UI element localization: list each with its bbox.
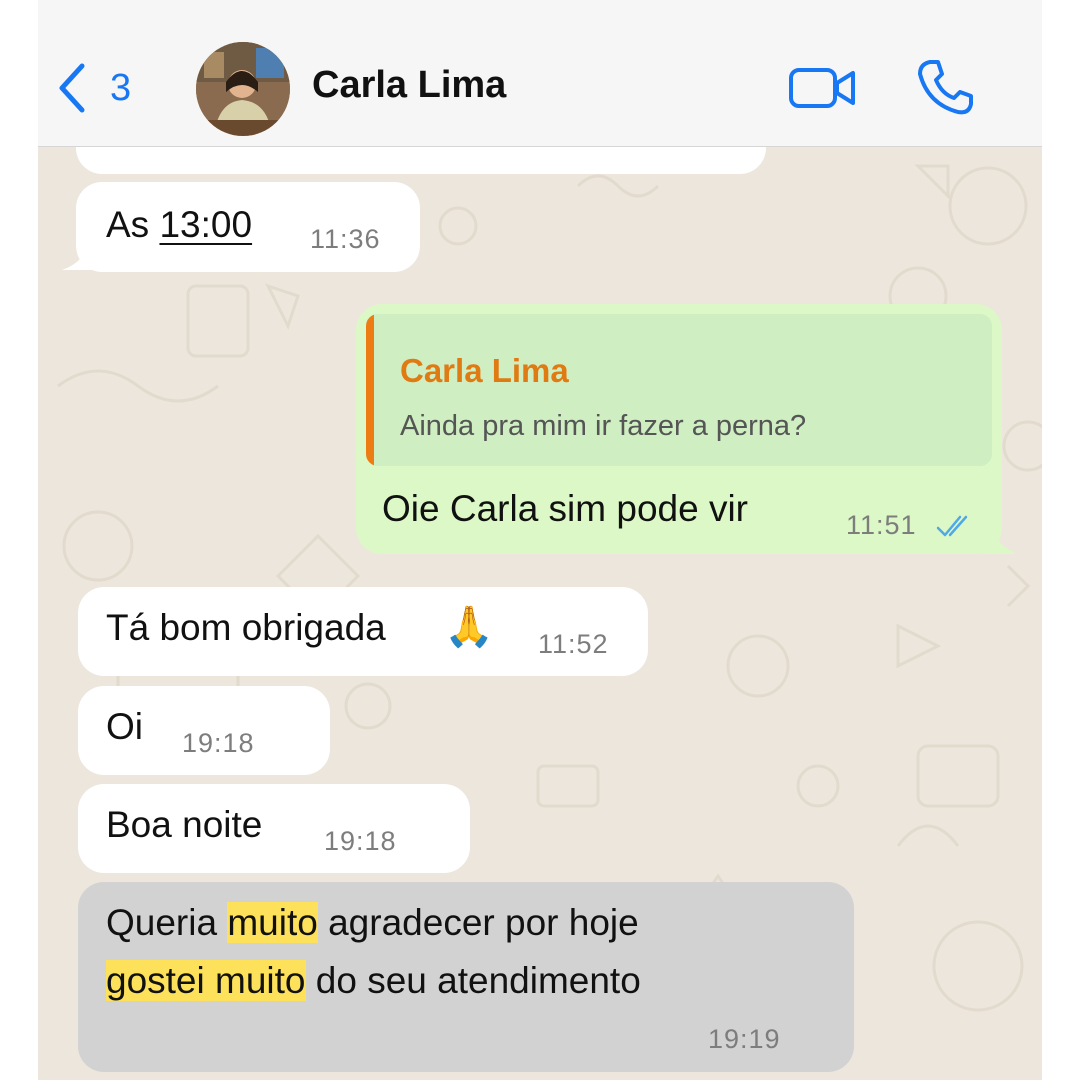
message-text: Boa noite [106, 804, 263, 845]
message-time: 19:19 [708, 1024, 781, 1054]
message-text: Oi [106, 706, 143, 747]
quoted-message[interactable]: Carla Lima Ainda pra mim ir fazer a pern… [366, 314, 992, 466]
praying-hands-emoji: 🙏 [444, 605, 494, 649]
message-bubble-outgoing[interactable]: Carla Lima Ainda pra mim ir fazer a pern… [356, 304, 1002, 554]
message-time: 19:18 [182, 728, 255, 758]
message-text: Oie Carla sim pode vir [382, 488, 749, 529]
message-time: 19:18 [324, 826, 397, 856]
message-text: Tá bom obrigada [106, 607, 386, 648]
video-camera-icon [789, 68, 855, 108]
text-segment: agradecer por hoje [317, 902, 639, 943]
message-bubble[interactable]: Boa noite 19:18 [78, 784, 470, 873]
message-time: 11:52 [538, 629, 609, 659]
video-call-button[interactable] [788, 64, 858, 112]
time-link[interactable]: 13:00 [159, 204, 252, 245]
chevron-left-icon [59, 63, 85, 113]
read-double-check-icon [936, 515, 968, 537]
message-text-line-1: Queria muito agradecer por hoje [106, 902, 639, 944]
quote-author: Carla Lima [400, 352, 569, 389]
voice-call-button[interactable] [916, 58, 974, 116]
message-time: 11:36 [310, 224, 381, 254]
message-time: 11:51 [846, 510, 917, 540]
quote-text: Ainda pra mim ir fazer a perna? [400, 410, 807, 442]
message-text: As 13:00 [106, 204, 252, 246]
message-bubble-selected[interactable]: Queria muito agradecer por hoje gostei m… [78, 882, 854, 1072]
text-segment: Queria [106, 902, 228, 943]
phone-icon [918, 60, 973, 115]
unread-count: 3 [110, 66, 132, 109]
back-button[interactable]: 3 [56, 58, 156, 118]
bubble-tail [982, 526, 1018, 554]
contact-name[interactable]: Carla Lima [312, 64, 506, 107]
contact-photo [196, 42, 290, 136]
message-text-line-2: gostei muito do seu atendimento [106, 960, 641, 1002]
message-bubble[interactable]: Tá bom obrigada 🙏 11:52 [78, 587, 648, 676]
search-highlight: gostei muito [106, 960, 306, 1001]
chat-screen: 3 Carla Lima As 13:00 11:36 Carla Lima A… [38, 0, 1042, 1080]
quote-bar [366, 314, 374, 466]
search-highlight: muito [227, 902, 318, 943]
chat-header: 3 Carla Lima [38, 0, 1042, 147]
message-bubble[interactable]: Oi 19:18 [78, 686, 330, 775]
text-segment: do seu atendimento [305, 960, 641, 1001]
message-text-prefix: As [106, 204, 160, 245]
avatar[interactable] [196, 42, 290, 136]
message-bubble[interactable]: As 13:00 11:36 [76, 182, 420, 272]
